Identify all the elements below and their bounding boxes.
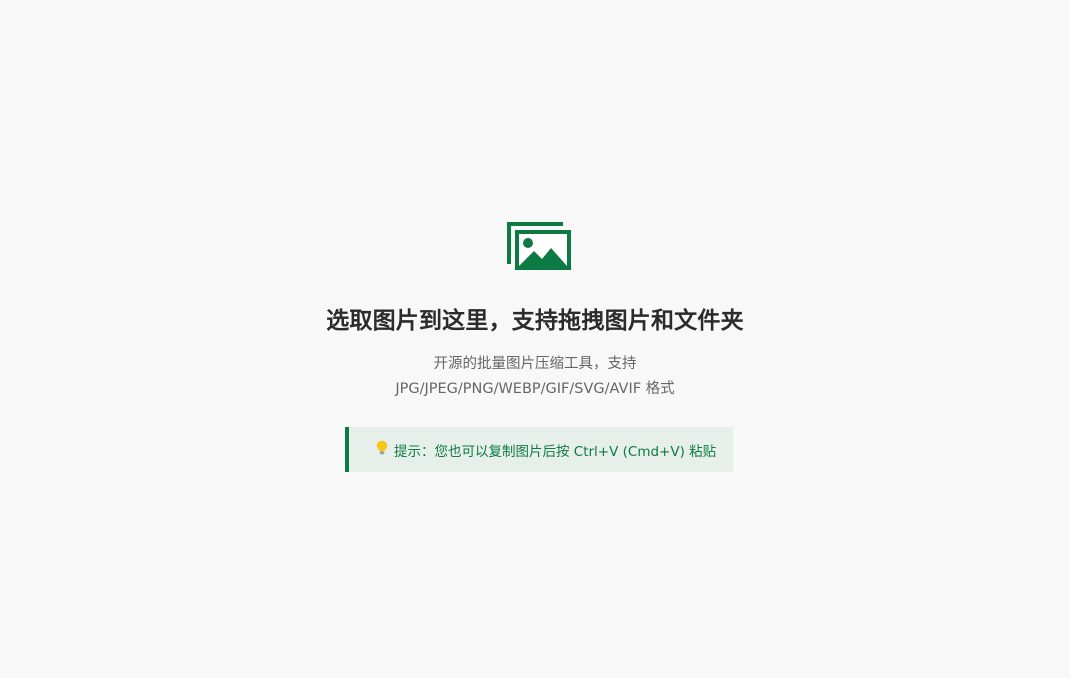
description-line-1: 开源的批量图片压缩工具，支持 — [433, 356, 637, 372]
dropzone-title: 选取图片到这里，支持拖拽图片和文件夹 — [326, 308, 744, 334]
paste-hint: 提示：您也可以复制图片后按 Ctrl+V (Cmd+V) 粘贴 — [345, 427, 733, 472]
images-icon — [507, 222, 571, 270]
hint-text: 提示：您也可以复制图片后按 Ctrl+V (Cmd+V) 粘贴 — [394, 443, 717, 460]
dropzone-description: 开源的批量图片压缩工具，支持 JPG/JPEG/PNG/WEBP/GIF/SVG… — [0, 352, 1070, 402]
image-dropzone[interactable]: 选取图片到这里，支持拖拽图片和文件夹 开源的批量图片压缩工具，支持 JPG/JP… — [0, 0, 1070, 678]
lightbulb-icon — [375, 440, 389, 459]
description-line-2: JPG/JPEG/PNG/WEBP/GIF/SVG/AVIF 格式 — [395, 381, 675, 397]
